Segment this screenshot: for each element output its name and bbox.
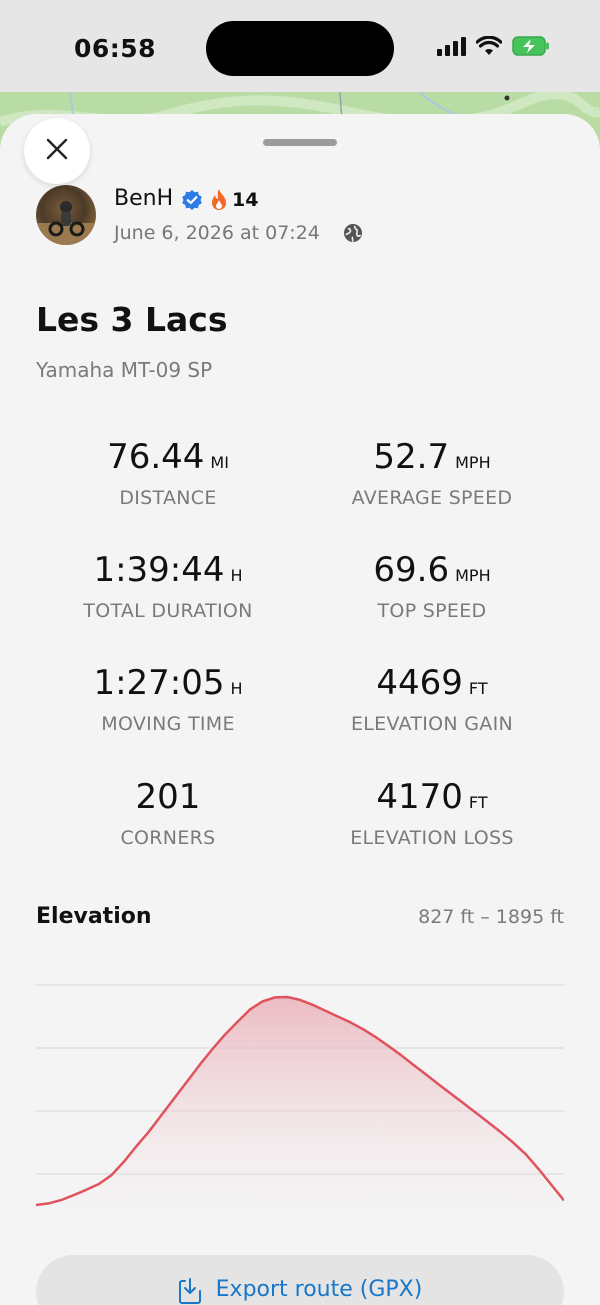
elevation-chart <box>36 984 564 1215</box>
stat-top-speed: 69.6 MPH TOP SPEED <box>282 550 582 622</box>
stat-label: MOVING TIME <box>101 713 235 735</box>
stat-unit: FT <box>468 793 488 812</box>
stat-label: TOTAL DURATION <box>83 600 253 622</box>
streak-count: 14 <box>232 189 259 211</box>
close-icon <box>45 137 69 165</box>
dynamic-island <box>206 21 394 76</box>
stat-value: 52.7 <box>373 437 450 477</box>
stat-value: 69.6 <box>373 550 450 590</box>
stat-unit: FT <box>468 679 488 698</box>
ride-date: June 6, 2026 at 07:24 <box>114 222 320 244</box>
stat-label: TOP SPEED <box>377 600 487 622</box>
stat-value: 4170 <box>376 777 463 817</box>
stat-unit: MI <box>210 453 229 472</box>
sheet-grabber[interactable] <box>263 139 337 146</box>
status-icons <box>436 35 550 60</box>
stat-elevation-gain: 4469 FT ELEVATION GAIN <box>282 663 582 735</box>
stat-value: 201 <box>135 777 201 817</box>
export-route-button[interactable]: Export route (GPX) <box>36 1255 564 1305</box>
stat-average-speed: 52.7 MPH AVERAGE SPEED <box>282 437 582 509</box>
export-icon <box>178 1277 204 1305</box>
ride-title: Les 3 Lacs <box>36 300 228 339</box>
public-globe-icon <box>343 223 363 247</box>
bike-name: Yamaha MT-09 SP <box>36 358 213 382</box>
stat-unit: H <box>230 566 243 585</box>
stat-unit: MPH <box>455 566 491 585</box>
stat-elevation-loss: 4170 FT ELEVATION LOSS <box>282 777 582 849</box>
user-name[interactable]: BenH <box>114 186 173 211</box>
cellular-signal-icon <box>436 36 466 60</box>
stat-total-duration: 1:39:44 H TOTAL DURATION <box>18 550 318 622</box>
stat-label: CORNERS <box>120 827 216 849</box>
stat-distance: 76.44 MI DISTANCE <box>18 437 318 509</box>
elevation-area <box>36 997 564 1215</box>
stat-label: DISTANCE <box>119 487 217 509</box>
stat-value: 1:27:05 <box>93 663 225 703</box>
stat-value: 4469 <box>376 663 463 703</box>
flame-icon <box>209 188 229 216</box>
stat-value: 76.44 <box>107 437 205 477</box>
elevation-range: 827 ft – 1895 ft <box>418 906 564 928</box>
wifi-icon <box>475 35 503 60</box>
verified-badge-icon <box>181 189 203 215</box>
stat-moving-time: 1:27:05 H MOVING TIME <box>18 663 318 735</box>
status-time: 06:58 <box>74 34 157 63</box>
stat-value: 1:39:44 <box>93 550 225 590</box>
stat-label: ELEVATION LOSS <box>350 827 514 849</box>
stat-label: ELEVATION GAIN <box>350 713 514 735</box>
status-bar: 06:58 <box>0 0 600 100</box>
stat-unit: MPH <box>455 453 491 472</box>
export-route-label: Export route (GPX) <box>215 1277 423 1302</box>
stat-corners: 201 CORNERS <box>18 777 318 849</box>
elevation-title: Elevation <box>36 904 152 929</box>
battery-charging-icon <box>512 36 550 60</box>
avatar[interactable] <box>36 185 96 245</box>
stat-label: AVERAGE SPEED <box>351 487 513 509</box>
close-button[interactable] <box>24 118 90 184</box>
stat-unit: H <box>230 679 243 698</box>
